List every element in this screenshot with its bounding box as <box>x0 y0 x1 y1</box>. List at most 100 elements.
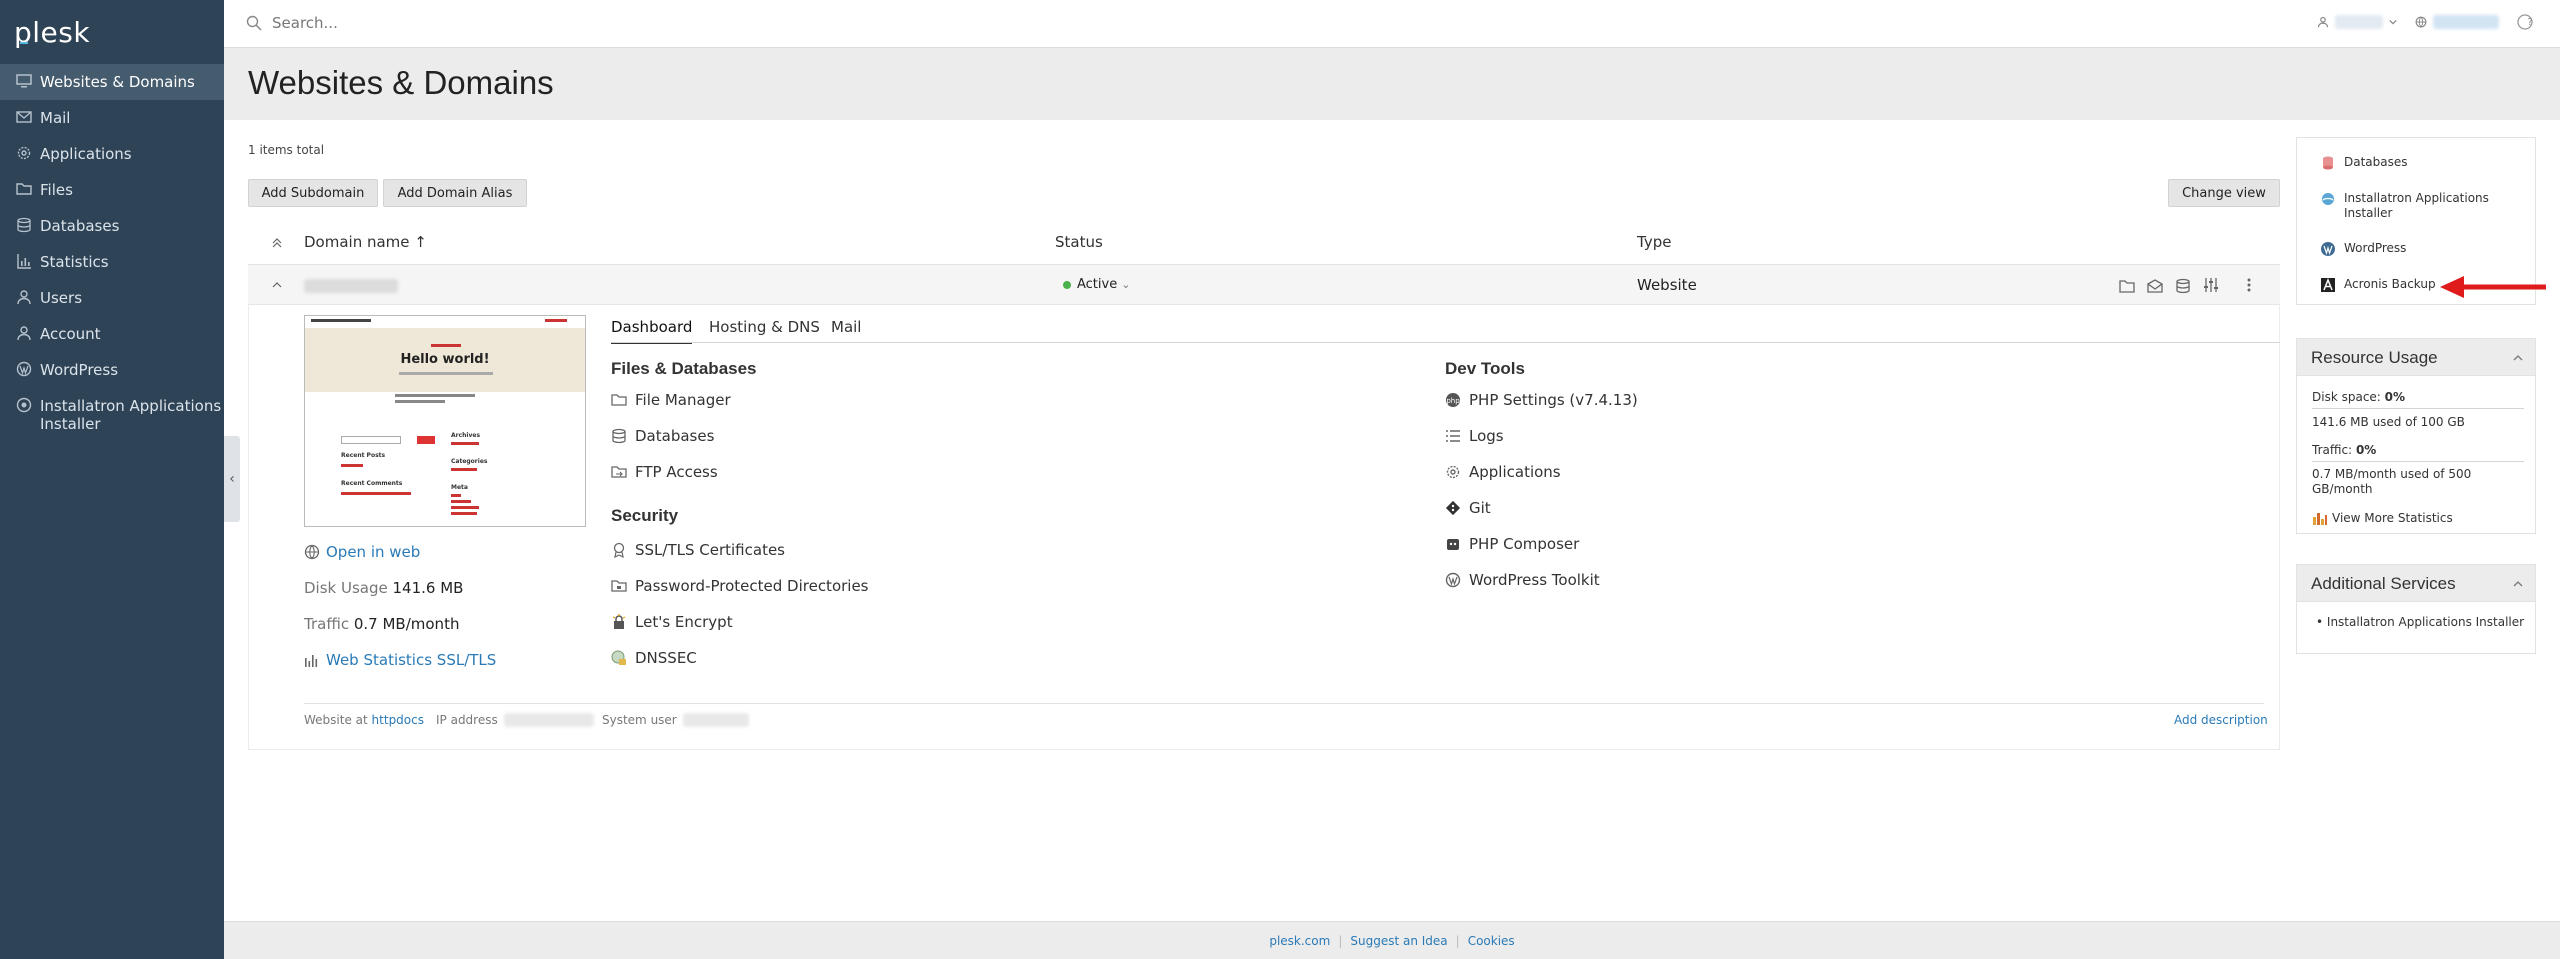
sidebar-item-label: Users <box>40 289 83 307</box>
sidebar-item-installatron[interactable]: Installatron Applications Installer <box>0 388 224 434</box>
web-statistics-link[interactable]: Web Statistics SSL/TLS <box>304 651 496 669</box>
acronis-icon <box>2321 277 2335 292</box>
certificate-icon <box>613 542 625 558</box>
sidebar-item-account[interactable]: Account <box>0 316 224 352</box>
additional-services-title: Additional Services <box>2311 574 2456 593</box>
preview-categories: Categories <box>451 458 488 465</box>
tab-mail[interactable]: Mail <box>831 318 861 342</box>
footer-link-plesk[interactable]: plesk.com <box>1269 934 1330 948</box>
file-manager-link[interactable]: File Manager <box>611 391 731 409</box>
subscription-menu[interactable] <box>2415 15 2499 29</box>
ip-address: IP address <box>436 713 594 727</box>
monitor-icon <box>16 74 32 88</box>
php-icon: php <box>1446 393 1460 407</box>
lets-encrypt-link[interactable]: Let's Encrypt <box>611 613 733 631</box>
search-input[interactable] <box>272 14 872 32</box>
folder-icon[interactable] <box>2119 279 2135 293</box>
disk-space-detail: 141.6 MB used of 100 GB <box>2312 415 2465 429</box>
php-composer-link[interactable]: PHP Composer <box>1445 535 1579 553</box>
additional-services-header[interactable]: Additional Services <box>2296 564 2536 602</box>
add-domain-alias-button[interactable]: Add Domain Alias <box>383 179 527 207</box>
help-button[interactable]: ? <box>2517 14 2538 30</box>
sidebar-item-users[interactable]: Users <box>0 280 224 316</box>
database-icon <box>612 428 626 444</box>
httpdocs-link[interactable]: httpdocs <box>372 713 424 727</box>
footer-link-cookies[interactable]: Cookies <box>1468 934 1515 948</box>
ftp-folder-icon <box>611 466 627 478</box>
chevron-up-icon <box>2513 581 2523 587</box>
applications-link[interactable]: Applications <box>1445 463 1561 481</box>
quick-link-wordpress[interactable]: WordPress <box>2320 241 2406 257</box>
sidebar-item-mail[interactable]: Mail <box>0 100 224 136</box>
sliders-icon[interactable] <box>2203 277 2219 293</box>
password-protected-directories-link[interactable]: Password-Protected Directories <box>611 577 869 595</box>
traffic-usage-bar <box>2312 461 2524 462</box>
open-in-web-link[interactable]: Open in web <box>304 543 420 561</box>
sidebar-item-applications[interactable]: Applications <box>0 136 224 172</box>
sidebar-item-label: Files <box>40 181 73 199</box>
subscription-redacted <box>2433 15 2499 29</box>
view-more-statistics-link[interactable]: View More Statistics <box>2312 511 2453 525</box>
gear-icon <box>17 146 31 160</box>
composer-icon <box>1447 539 1459 550</box>
system-user: System user <box>602 713 749 727</box>
ftp-access-link[interactable]: FTP Access <box>611 463 718 481</box>
tab-hosting-dns[interactable]: Hosting & DNS <box>709 318 820 342</box>
ip-address-redacted <box>503 713 594 727</box>
column-header-domain-name[interactable]: Domain name ↑ <box>304 233 427 251</box>
ssl-tls-certificates-link[interactable]: SSL/TLS Certificates <box>611 541 785 559</box>
gear-icon <box>1446 465 1460 479</box>
mail-icon <box>16 111 32 123</box>
add-description-link[interactable]: Add description <box>2174 713 2268 727</box>
status-dot <box>1063 280 1071 289</box>
dnssec-link[interactable]: DNSSEC <box>611 649 697 667</box>
page-title: Websites & Domains <box>248 64 554 101</box>
quick-link-acronis-backup[interactable]: Acronis Backup <box>2320 277 2436 293</box>
git-link[interactable]: Git <box>1445 499 1491 517</box>
php-settings-link[interactable]: php PHP Settings (v7.4.13) <box>1445 391 1638 409</box>
sidebar-item-databases[interactable]: Databases <box>0 208 224 244</box>
domain-name-redacted[interactable] <box>304 279 398 293</box>
sidebar-item-files[interactable]: Files <box>0 172 224 208</box>
chevron-up-icon[interactable] <box>272 280 282 290</box>
items-total: 1 items total <box>248 143 325 157</box>
database-icon[interactable] <box>2175 278 2191 294</box>
more-vertical-icon[interactable] <box>2246 277 2252 293</box>
dnssec-icon <box>611 650 626 665</box>
sidebar-item-label: Applications <box>40 145 132 163</box>
sidebar-item-label: Installatron Applications Installer <box>40 397 222 433</box>
quick-link-installatron[interactable]: Installatron Applications Installer <box>2320 191 2520 221</box>
locked-folder-icon <box>611 580 627 592</box>
footer-link-suggest-idea[interactable]: Suggest an Idea <box>1350 934 1447 948</box>
website-preview-thumbnail[interactable]: Hello world! Recent Posts Recent Comment… <box>304 315 586 527</box>
databases-link[interactable]: Databases <box>611 427 714 445</box>
user-name-redacted <box>2335 15 2383 29</box>
wordpress-toolkit-link[interactable]: WordPress Toolkit <box>1445 571 1600 589</box>
resource-usage-header[interactable]: Resource Usage <box>2296 338 2536 376</box>
wordpress-icon <box>1445 572 1461 588</box>
sidebar-item-websites-domains[interactable]: Websites & Domains <box>0 64 224 100</box>
table-row: Active ⌄ Website <box>248 265 2280 305</box>
additional-service-installatron[interactable]: • Installatron Applications Installer <box>2316 615 2524 629</box>
logs-link[interactable]: Logs <box>1445 427 1504 445</box>
sidebar-item-statistics[interactable]: Statistics <box>0 244 224 280</box>
traffic-detail: 0.7 MB/month used of 500 GB/month <box>2312 467 2472 496</box>
mail-icon[interactable] <box>2147 279 2163 293</box>
sidebar-item-label: Databases <box>40 217 120 235</box>
collapse-all-icon[interactable] <box>272 238 282 248</box>
quick-link-databases[interactable]: Databases <box>2320 155 2408 171</box>
sidebar-item-wordpress[interactable]: WordPress <box>0 352 224 388</box>
tab-dashboard[interactable]: Dashboard <box>611 318 693 344</box>
search-box <box>246 14 872 32</box>
change-view-button[interactable]: Change view <box>2168 179 2280 207</box>
database-icon <box>2323 156 2333 170</box>
globe-icon <box>304 544 320 560</box>
user-menu[interactable] <box>2317 15 2397 29</box>
plesk-logo[interactable]: plesk <box>0 0 224 64</box>
topbar-right: ? <box>2317 14 2538 30</box>
add-subdomain-button[interactable]: Add Subdomain <box>248 179 378 207</box>
dev-tools-heading: Dev Tools <box>1445 359 1525 378</box>
status-badge[interactable]: Active ⌄ <box>1063 277 1130 292</box>
traffic: Traffic 0.7 MB/month <box>304 615 460 633</box>
sidebar-collapse-toggle[interactable]: ‹ <box>224 436 240 522</box>
